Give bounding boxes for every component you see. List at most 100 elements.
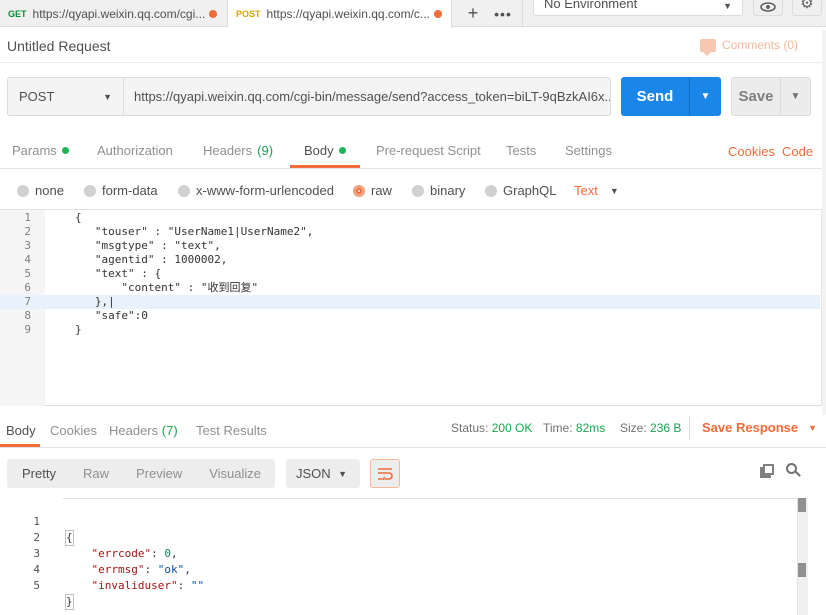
line-text: "msgtype" : "text", [75, 239, 221, 252]
code-link[interactable]: Code [782, 144, 813, 159]
code-line: 1{ [0, 211, 820, 225]
environment-select[interactable]: No Environment ▼ [533, 0, 743, 16]
tab-headers[interactable]: Headers (9) [203, 143, 273, 158]
gear-icon[interactable]: ⚙ [792, 0, 822, 16]
format-preview[interactable]: Preview [109, 466, 182, 481]
unsaved-dot-icon [433, 10, 442, 18]
send-label: Send [636, 88, 674, 105]
raw-type-select[interactable]: Text ▼ [574, 183, 619, 198]
chevron-down-icon: ▼ [338, 468, 347, 479]
divider [0, 168, 826, 169]
time-readout: Time: 82ms [543, 421, 605, 435]
copy-icon[interactable] [760, 464, 774, 478]
save-label: Save [738, 88, 774, 105]
radio-circle [485, 184, 497, 197]
format-visualize[interactable]: Visualize [182, 466, 261, 481]
radio-form-data[interactable]: form-data [84, 183, 158, 198]
radio-x-www-form-urlencoded[interactable]: x-www-form-urlencoded [178, 183, 334, 198]
search-icon[interactable] [786, 463, 801, 477]
chevron-down-icon: ▼ [808, 422, 818, 433]
tab-body[interactable]: Body [304, 143, 346, 158]
format-pretty[interactable]: Pretty [7, 466, 56, 481]
tab-label: Settings [565, 143, 612, 158]
line-number: 5 [33, 579, 40, 592]
line-text: "agentid" : 1000002, [75, 253, 228, 266]
method-value: POST [19, 89, 55, 104]
radio-label: binary [430, 183, 466, 198]
wrap-icon [378, 467, 393, 480]
line-number: 8 [24, 309, 31, 322]
tab-params[interactable]: Params [12, 143, 69, 158]
code-line: 8 "safe":0 [0, 309, 820, 323]
wrap-lines-button[interactable] [370, 459, 400, 488]
radio-graphql[interactable]: GraphQL [485, 183, 556, 198]
postman-window: GET https://qyapi.weixin.qq.com/cgi... P… [0, 0, 826, 615]
radio-raw[interactable]: raw [353, 183, 392, 198]
unsaved-dot-icon [209, 9, 218, 18]
tab-pre-request-script[interactable]: Pre-request Script [376, 143, 481, 158]
code-line: 5 "text" : { [0, 267, 820, 281]
line-number: 2 [24, 225, 31, 238]
radio-circle-selected [353, 184, 365, 197]
line-number: 7 [24, 295, 31, 308]
cookies-link[interactable]: Cookies [728, 144, 775, 159]
response-tab-cookies[interactable]: Cookies [50, 423, 97, 438]
line-text: "content" : "收到回复" [75, 281, 259, 294]
line-text: } [65, 594, 74, 610]
tab-label: Params [12, 143, 57, 158]
line-text: "text" : { [75, 267, 162, 280]
code-line-current: 7 },| [0, 295, 820, 309]
save-response-button[interactable]: Save Response ▼ [702, 420, 817, 435]
radio-circle [412, 184, 424, 197]
format-raw[interactable]: Raw [56, 466, 109, 481]
code-line: 6 "content" : "收到回复" [0, 281, 820, 295]
eye-icon[interactable] [753, 0, 783, 16]
chevron-down-icon[interactable]: ▼ [781, 91, 810, 102]
code-line: 4 "agentid" : 1000002, [0, 253, 820, 267]
comments-label: Comments (0) [722, 38, 799, 52]
response-tab-headers[interactable]: Headers (7) [109, 423, 178, 438]
line-number: 1 [24, 211, 31, 224]
plus-icon[interactable]: + [458, 0, 488, 27]
chevron-down-icon: ▼ [103, 91, 112, 102]
request-tab-get[interactable]: GET https://qyapi.weixin.qq.com/cgi... [0, 0, 228, 27]
response-tab-body[interactable]: Body [6, 423, 36, 438]
save-button[interactable]: Save ▼ [731, 77, 811, 116]
tab-label: Pre-request Script [376, 143, 481, 158]
radio-binary[interactable]: binary [412, 183, 465, 198]
comments-button[interactable]: Comments (0) [700, 38, 799, 56]
request-title[interactable]: Untitled Request [7, 38, 111, 54]
radio-circle [178, 184, 190, 197]
radio-none[interactable]: none [17, 183, 64, 198]
response-tab-test-results[interactable]: Test Results [196, 423, 267, 438]
tab-authorization[interactable]: Authorization [97, 143, 173, 158]
chevron-down-icon: ▼ [723, 1, 732, 11]
line-text: "invaliduser": "" [91, 579, 205, 592]
line-text: { [75, 211, 82, 224]
tab-url: https://qyapi.weixin.qq.com/cgi... [32, 6, 206, 21]
status-dot-icon [61, 147, 69, 154]
request-tab-post[interactable]: POST https://qyapi.weixin.qq.com/c... [228, 0, 452, 28]
status-readout: Status: 200 OK [451, 421, 532, 435]
line-number: 5 [24, 267, 31, 280]
line-text: "safe":0 [75, 309, 148, 322]
tab-settings[interactable]: Settings [565, 143, 612, 158]
tab-tests[interactable]: Tests [506, 143, 536, 158]
radio-label: raw [371, 183, 392, 198]
chevron-down-icon: ▼ [609, 185, 619, 196]
response-language-select[interactable]: JSON ▼ [286, 459, 360, 488]
json-key: "invaliduser" [91, 579, 178, 592]
divider [0, 447, 826, 448]
line-text: },| [75, 295, 115, 308]
divider [522, 0, 523, 27]
request-body-editor[interactable]: 1{ 2 "touser" : "UserName1|UserName2", 3… [0, 209, 826, 406]
chevron-down-icon[interactable]: ▼ [690, 91, 721, 102]
method-select[interactable]: POST ▼ [7, 77, 123, 116]
radio-label: GraphQL [503, 183, 557, 198]
send-button[interactable]: Send ▼ [621, 77, 721, 116]
page-scrollbar[interactable] [822, 30, 826, 415]
code-line: 2 "touser" : "UserName1|UserName2", [0, 225, 820, 239]
url-value: https://qyapi.weixin.qq.com/cgi-bin/mess… [134, 89, 611, 104]
url-input[interactable]: https://qyapi.weixin.qq.com/cgi-bin/mess… [123, 77, 611, 116]
more-icon[interactable]: ••• [488, 0, 518, 27]
